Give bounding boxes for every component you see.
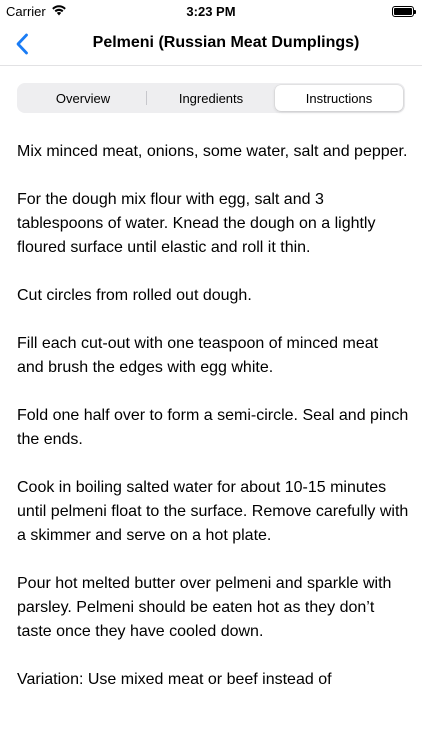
battery-icon (392, 6, 416, 17)
instruction-step: Fill each cut-out with one teaspoon of m… (17, 335, 379, 376)
tab-overview-label: Overview (55, 90, 111, 106)
segmented-control: Overview Ingredients Instructions (17, 83, 405, 113)
navigation-bar: Pelmeni (Russian Meat Dumplings) (0, 24, 422, 66)
tab-instructions-label: Instructions (305, 90, 373, 106)
instruction-step: For the dough mix flour with egg, salt a… (17, 191, 376, 256)
page-title: Pelmeni (Russian Meat Dumplings) (92, 34, 360, 51)
status-time: 3:23 PM (186, 4, 236, 19)
instruction-step: Pour hot melted butter over pelmeni and … (17, 575, 392, 640)
instruction-step: Fold one half over to form a semi-circle… (17, 407, 409, 448)
tab-instructions[interactable]: Instructions (275, 85, 403, 111)
tab-overview[interactable]: Overview (19, 85, 147, 111)
tab-ingredients-label: Ingredients (178, 90, 244, 106)
chevron-left-icon (16, 33, 28, 55)
tab-ingredients[interactable]: Ingredients (147, 85, 275, 111)
instruction-step: Cut circles from rolled out dough. (17, 287, 252, 304)
instruction-step: Mix minced meat, onions, some water, sal… (17, 143, 408, 160)
instructions-list: Mix minced meat, onions, some water, sal… (17, 140, 409, 716)
instruction-step: Variation: Use mixed meat or beef instea… (17, 671, 332, 688)
status-bar: Carrier 3:23 PM (0, 0, 422, 24)
back-button[interactable] (8, 30, 36, 58)
instruction-step: Cook in boiling salted water for about 1… (17, 479, 409, 544)
